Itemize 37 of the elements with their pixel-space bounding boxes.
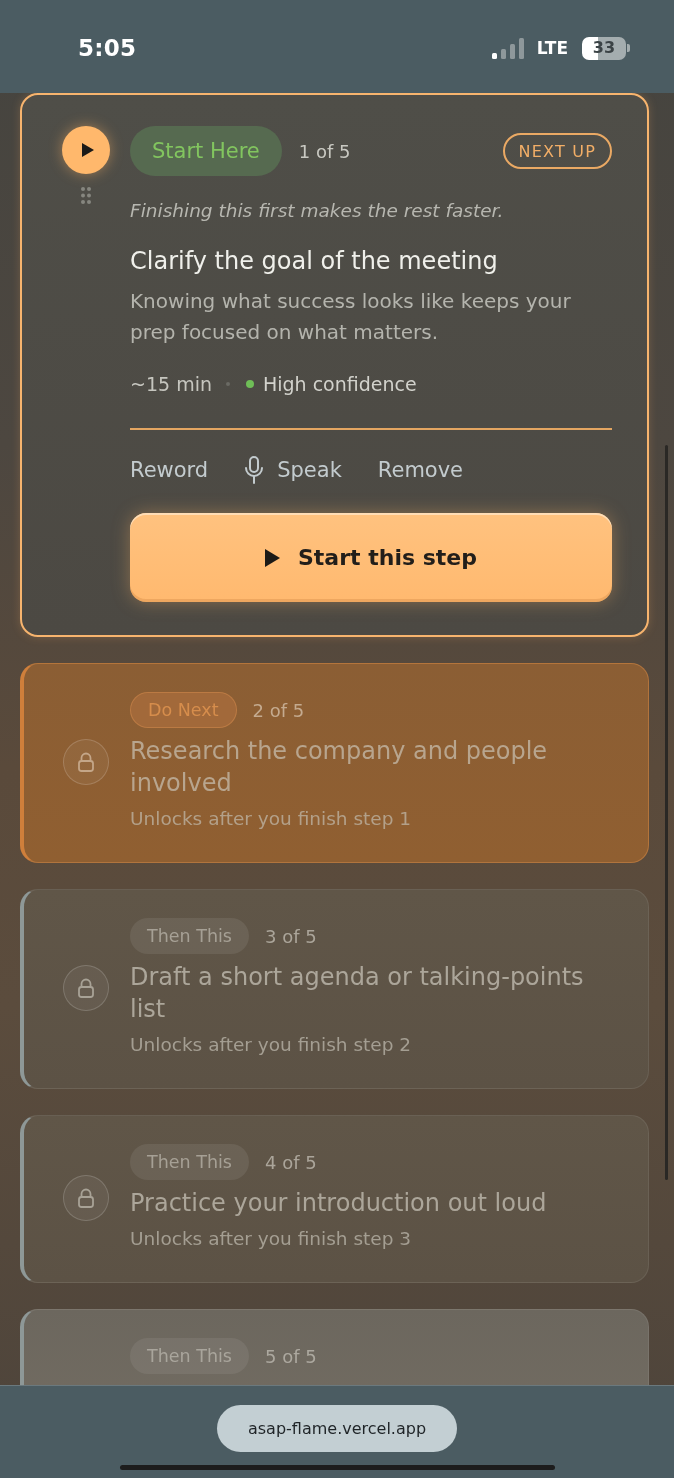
action-button[interactable]: Reword xyxy=(130,456,209,484)
unlock-hint: Unlocks after you finish step 1 xyxy=(130,807,413,831)
action-button[interactable]: Remove xyxy=(377,456,464,484)
stage-badge: Start Here xyxy=(130,126,282,176)
url-field[interactable]: asap-flame.vercel.app xyxy=(217,1405,457,1452)
signal-icon xyxy=(491,37,524,59)
confidence-label: High confidence xyxy=(262,373,417,395)
play-button[interactable] xyxy=(62,126,110,174)
step-description: Knowing what success looks like keeps your prep focused on what matters. xyxy=(130,288,572,346)
status-dot-icon xyxy=(245,380,254,388)
step-counter: 3 of 5 xyxy=(264,925,317,947)
step-title: Research the company and people involved xyxy=(130,736,549,799)
step-counter: 4 of 5 xyxy=(264,1151,317,1173)
stage-badge: Then This xyxy=(130,918,249,954)
step-counter: 5 of 5 xyxy=(264,1345,317,1367)
microphone-icon xyxy=(244,456,265,484)
stage-badge: Then This xyxy=(130,1144,249,1180)
duration-label: ~15 min xyxy=(130,373,212,395)
step-hint: Finishing this first makes the rest faster. xyxy=(130,199,505,223)
clock-time: 5:05 xyxy=(78,35,137,61)
status-badge: NEXT UP xyxy=(502,133,612,169)
play-icon xyxy=(265,548,280,567)
lock-icon xyxy=(63,738,109,785)
action-button[interactable]: Speak xyxy=(244,456,342,484)
step-counter: 2 of 5 xyxy=(252,699,305,721)
step-title: Draft a short agenda or talking-points list xyxy=(130,962,585,1025)
step-counter: 1 of 5 xyxy=(298,140,351,162)
step-title: Practice your introduction out loud xyxy=(130,1188,548,1219)
play-icon xyxy=(81,143,94,157)
lock-icon xyxy=(63,1174,109,1221)
start-step-button[interactable]: Start this step xyxy=(130,513,612,602)
drag-handle-icon[interactable] xyxy=(81,187,91,204)
step-title: Clarify the goal of the meeting xyxy=(130,246,499,277)
unlock-hint: Unlocks after you finish step 2 xyxy=(130,1033,413,1057)
lock-icon xyxy=(63,964,109,1011)
unlock-hint: Unlocks after you finish step 3 xyxy=(130,1227,413,1251)
network-label: LTE xyxy=(536,38,568,58)
